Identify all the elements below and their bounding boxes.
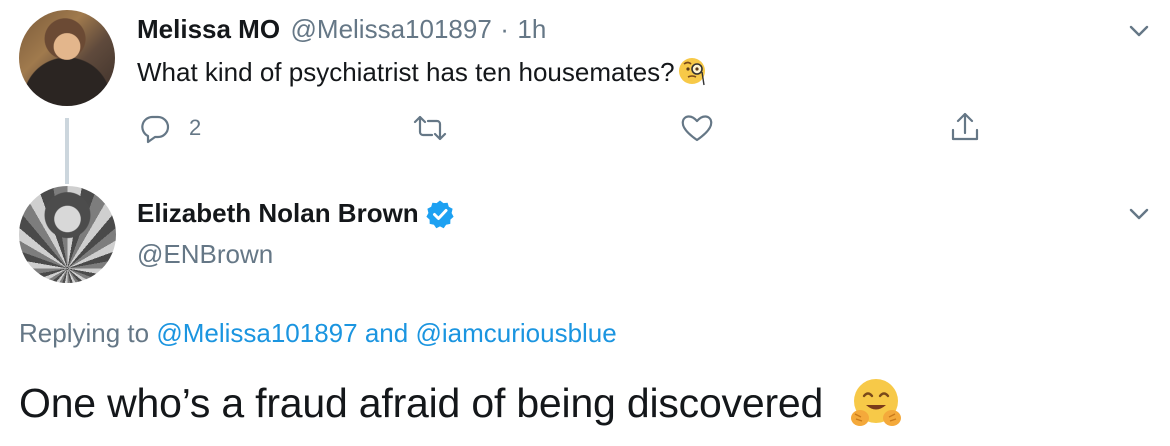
face-with-monocle-icon (678, 58, 705, 86)
mention-link-melissa[interactable]: @Melissa101897 (156, 318, 357, 348)
author-handle[interactable]: @Melissa101897 (291, 14, 492, 44)
chevron-down-icon[interactable] (1124, 199, 1154, 229)
author-name[interactable]: Melissa MO (137, 14, 280, 44)
share-button[interactable] (948, 110, 982, 144)
reply-count: 2 (189, 115, 202, 140)
chevron-down-icon[interactable] (1124, 16, 1154, 46)
like-icon (681, 115, 713, 142)
meta-separator: · (500, 14, 509, 44)
thread-connector-line (65, 118, 69, 184)
share-icon (951, 112, 979, 141)
mention-link-iamcuriousblue[interactable]: @iamcuriousblue (415, 318, 616, 348)
retweet-button[interactable] (411, 112, 449, 144)
avatar-enbrown[interactable] (19, 186, 116, 283)
tweet2-header: Elizabeth Nolan Brown (137, 198, 455, 229)
like-button[interactable] (680, 112, 714, 144)
tweet1-header: Melissa MO @Melissa101897 · 1h (137, 14, 546, 45)
replying-prefix: Replying to (19, 318, 150, 348)
tweet1-body: What kind of psychiatrist has ten housem… (137, 55, 709, 88)
retweet-icon (413, 115, 447, 141)
author-name[interactable]: Elizabeth Nolan Brown (137, 198, 419, 229)
tweet-text: What kind of psychiatrist has ten housem… (137, 57, 675, 87)
replying-and[interactable]: and (365, 318, 408, 348)
reply-icon (141, 115, 170, 144)
author-handle[interactable]: @ENBrown (137, 239, 273, 270)
verified-badge-icon (426, 200, 454, 228)
hugging-face-icon (851, 379, 902, 426)
tweet-text: One who’s a fraud afraid of being discov… (19, 379, 824, 426)
replying-to-line: Replying to @Melissa101897 and @iamcurio… (19, 318, 617, 349)
avatar-melissa[interactable] (19, 10, 115, 106)
tweet-timestamp[interactable]: 1h (517, 14, 546, 44)
reply-button[interactable]: 2 (139, 112, 201, 144)
tweet2-body: One who’s a fraud afraid of being discov… (19, 374, 905, 432)
